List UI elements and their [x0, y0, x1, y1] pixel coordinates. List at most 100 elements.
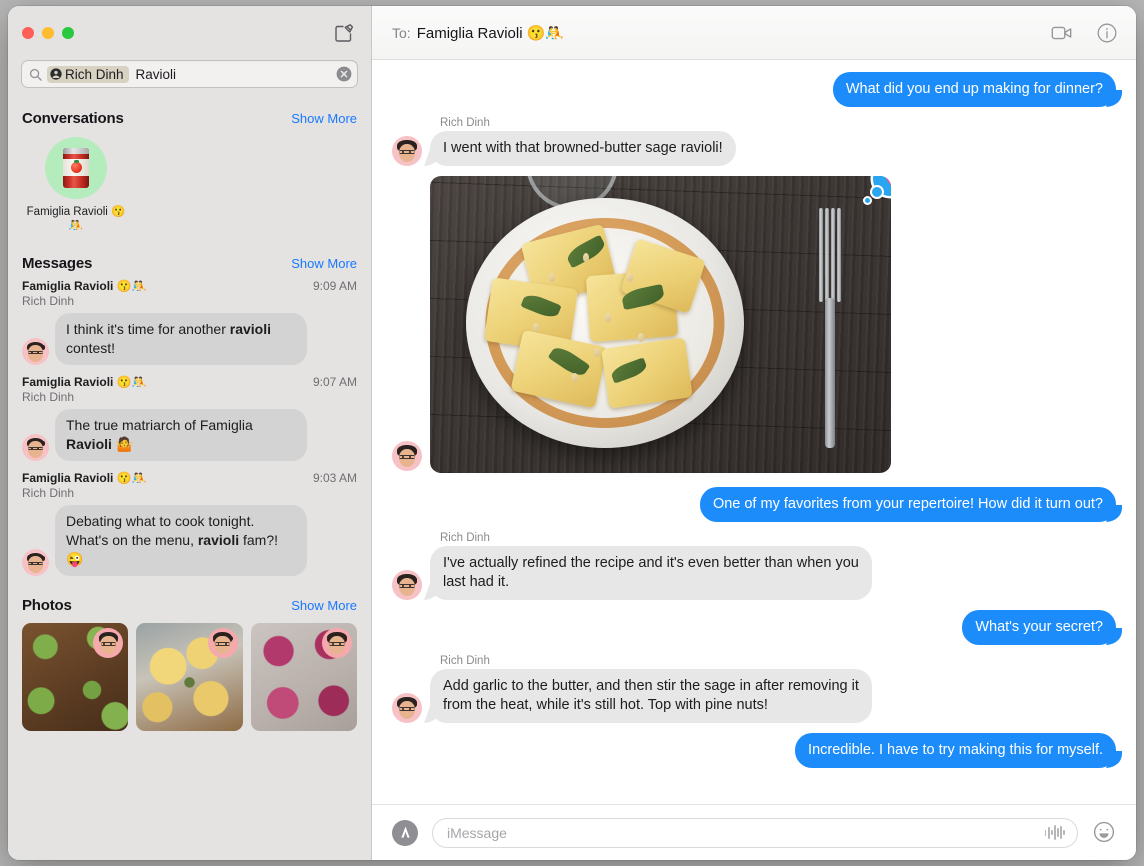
clear-search-icon[interactable]: [336, 66, 352, 82]
audio-waveform-icon[interactable]: [1044, 825, 1065, 840]
zoom-button[interactable]: [62, 27, 74, 39]
message-composer: iMessage: [372, 804, 1136, 860]
photo-thumbnail[interactable]: [250, 623, 357, 731]
fork: [817, 202, 843, 452]
avatar: [392, 441, 422, 471]
snippet-match: ravioli: [197, 532, 240, 548]
messages-window: Rich Dinh Ravioli Conversations Show Mor…: [8, 6, 1136, 860]
result-sender: Rich Dinh: [22, 390, 75, 404]
minimize-button[interactable]: [42, 27, 54, 39]
plate: [466, 198, 744, 448]
snippet-before: I think it's time for another: [66, 321, 230, 337]
search-results: Conversations Show More Famiglia Ravioli…: [8, 98, 371, 860]
photos-title: Photos: [22, 597, 72, 614]
message-incoming: Rich Dinh I went with that browned-butte…: [392, 117, 1116, 166]
heart-icon: ♥: [884, 176, 891, 189]
snippet-after: contest!: [66, 340, 116, 356]
conversation-name: Famiglia Ravioli 😗🤼: [26, 206, 126, 232]
traffic-lights: [22, 27, 74, 39]
messages-title: Messages: [22, 255, 93, 272]
sidebar: Rich Dinh Ravioli Conversations Show Mor…: [8, 6, 372, 860]
window-titlebar: [8, 6, 371, 60]
snippet-after: 🤷: [111, 436, 134, 452]
imessage-placeholder: iMessage: [447, 824, 507, 841]
avatar: [392, 136, 422, 166]
message-outgoing: Incredible. I have to try making this fo…: [392, 733, 1116, 768]
message-outgoing: What's your secret?: [392, 610, 1116, 645]
message-result-row[interactable]: Famiglia Ravioli 😗🤼 9:07 AM Rich Dinh Th…: [8, 374, 371, 470]
message-image-attachment: ♥: [392, 176, 1116, 473]
search-token-contact[interactable]: Rich Dinh: [47, 65, 129, 83]
conversations-title: Conversations: [22, 110, 124, 127]
search-query-text: Ravioli: [135, 66, 177, 82]
result-sender: Rich Dinh: [22, 486, 75, 500]
facetime-video-icon[interactable]: [1050, 21, 1074, 45]
search-input[interactable]: Rich Dinh Ravioli: [21, 60, 358, 88]
snippet-before: The true matriarch of Famiglia: [66, 417, 253, 433]
conversation-item-famiglia-ravioli[interactable]: Famiglia Ravioli 😗🤼: [22, 137, 130, 233]
result-group-name: Famiglia Ravioli 😗🤼: [22, 471, 147, 485]
tapback-heart-badge[interactable]: ♥: [865, 176, 891, 203]
photos-section-header: Photos Show More: [8, 585, 371, 620]
ravioli-photo[interactable]: ♥: [430, 176, 891, 473]
message-bubble: Add garlic to the butter, and then stir …: [430, 669, 872, 723]
result-snippet: The true matriarch of Famiglia Ravioli 🤷: [55, 409, 307, 461]
avatar: [321, 628, 352, 658]
sender-name: Rich Dinh: [440, 532, 490, 544]
to-label: To:: [392, 24, 411, 41]
result-group-name: Famiglia Ravioli 😗🤼: [22, 375, 147, 389]
person-icon: [50, 68, 62, 80]
message-bubble: Incredible. I have to try making this fo…: [795, 733, 1116, 768]
conversation-header: To: Famiglia Ravioli 😗🤼: [372, 6, 1136, 60]
message-outgoing: What did you end up making for dinner?: [392, 72, 1116, 107]
photo-thumbnail[interactable]: [136, 623, 243, 731]
result-timestamp: 9:03 AM: [312, 471, 357, 485]
conversations-list: Famiglia Ravioli 😗🤼: [8, 133, 371, 243]
photos-grid: [8, 620, 371, 731]
avatar: [207, 628, 238, 658]
result-snippet: I think it's time for another ravioli co…: [55, 313, 307, 365]
result-timestamp: 9:07 AM: [312, 375, 357, 389]
message-bubble: I've actually refined the recipe and it'…: [430, 546, 872, 600]
search-icon: [29, 68, 42, 81]
avatar: [392, 570, 422, 600]
photos-show-more[interactable]: Show More: [291, 598, 357, 613]
message-incoming: Rich Dinh I've actually refined the reci…: [392, 532, 1116, 600]
conversations-section-header: Conversations Show More: [8, 98, 371, 133]
result-timestamp: 9:09 AM: [312, 279, 357, 293]
message-bubble: One of my favorites from your repertoire…: [699, 487, 1116, 522]
avatar: [93, 628, 124, 658]
message-thread[interactable]: What did you end up making for dinner? R…: [372, 60, 1136, 804]
tomato-can-icon: [63, 148, 89, 188]
imessage-input[interactable]: iMessage: [432, 817, 1078, 848]
snippet-match: Ravioli: [66, 436, 112, 452]
conversations-show-more[interactable]: Show More: [291, 111, 357, 126]
result-sender: Rich Dinh: [22, 294, 75, 308]
avatar: [22, 338, 49, 365]
avatar: [22, 549, 49, 576]
message-result-row[interactable]: Famiglia Ravioli 😗🤼 9:09 AM Rich Dinh I …: [8, 278, 371, 374]
photo-thumbnail[interactable]: [22, 623, 129, 731]
details-info-icon[interactable]: [1096, 22, 1118, 44]
compose-icon[interactable]: [331, 20, 357, 46]
search-token-label: Rich Dinh: [65, 66, 124, 82]
message-outgoing: One of my favorites from your repertoire…: [392, 487, 1116, 522]
conversation-pane: To: Famiglia Ravioli 😗🤼 What did you end…: [372, 6, 1136, 860]
result-snippet: Debating what to cook tonight. What's on…: [55, 505, 307, 576]
message-bubble: What's your secret?: [962, 610, 1116, 645]
result-group-name: Famiglia Ravioli 😗🤼: [22, 279, 147, 293]
app-store-icon[interactable]: [392, 819, 418, 846]
message-bubble: What did you end up making for dinner?: [832, 72, 1116, 107]
messages-show-more[interactable]: Show More: [291, 256, 357, 271]
message-bubble: I went with that browned-butter sage rav…: [430, 131, 736, 166]
close-button[interactable]: [22, 27, 34, 39]
emoji-smiley-icon[interactable]: [1092, 820, 1118, 846]
message-incoming: Rich Dinh Add garlic to the butter, and …: [392, 655, 1116, 723]
sender-name: Rich Dinh: [440, 117, 490, 129]
recipient-name[interactable]: Famiglia Ravioli 😗🤼: [417, 24, 564, 42]
snippet-match: ravioli: [229, 321, 271, 337]
conversation-avatar: [45, 137, 107, 199]
sender-name: Rich Dinh: [440, 655, 490, 667]
message-result-row[interactable]: Famiglia Ravioli 😗🤼 9:03 AM Rich Dinh De…: [8, 470, 371, 585]
search-container: Rich Dinh Ravioli: [8, 60, 371, 98]
